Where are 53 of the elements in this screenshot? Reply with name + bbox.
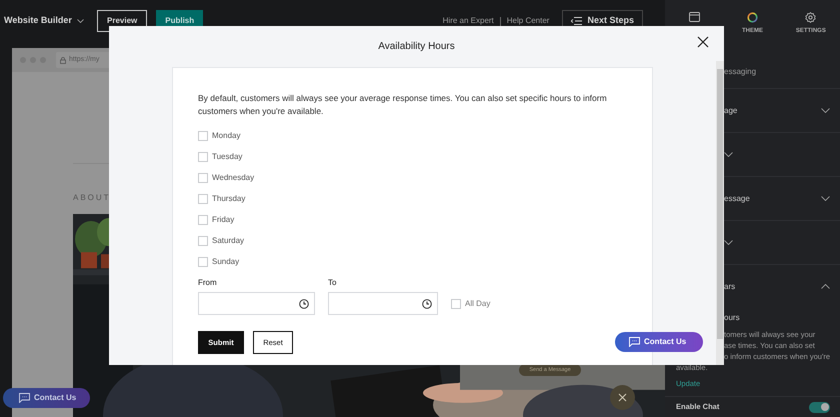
subsection-title: ours <box>724 312 740 323</box>
section-description: essaging <box>724 67 756 76</box>
checkbox-label: Monday <box>212 130 240 142</box>
clock-icon <box>299 298 309 308</box>
app-menu[interactable]: Website Builder <box>4 14 97 28</box>
checkbox[interactable] <box>198 194 208 204</box>
checkbox-label: All Day <box>465 298 490 310</box>
dialog-title: Availability Hours <box>378 40 455 54</box>
close-icon <box>618 393 627 402</box>
checkbox-label: Tuesday <box>212 150 242 162</box>
header-link[interactable]: Hire an Expert <box>442 15 494 27</box>
to-time-field[interactable] <box>328 292 438 315</box>
browser-window-icon <box>688 12 700 22</box>
checkbox-label: Sunday <box>212 256 240 268</box>
color-wheel-icon <box>746 12 758 23</box>
field-label: To <box>328 277 338 289</box>
settings-icon <box>805 12 816 23</box>
accordion-header[interactable]: ars <box>665 265 840 308</box>
checkbox-label: Wednesday <box>212 172 254 184</box>
checkbox[interactable] <box>198 130 208 140</box>
chat-icon <box>629 337 640 347</box>
from-time-field[interactable] <box>198 292 315 315</box>
chevron-down-icon <box>724 152 733 157</box>
accordion-header[interactable]: essage <box>665 177 840 220</box>
close-icon <box>697 36 709 48</box>
intro-paragraph: By default, customers will always see your average response times. You can also set specific hours to inform customers when you're available. <box>198 92 608 118</box>
chevron-down-icon <box>821 196 830 201</box>
checkbox[interactable] <box>198 214 208 224</box>
chevron-up-icon <box>821 284 830 289</box>
checkbox-label: Saturday <box>212 234 244 246</box>
scrollbar[interactable] <box>716 61 724 365</box>
chevron-down-icon <box>724 240 733 245</box>
clock-icon <box>422 298 432 308</box>
checkbox-label: Friday <box>212 214 234 226</box>
chevron-down-icon <box>76 19 84 23</box>
toggle-switch[interactable] <box>809 402 830 412</box>
contact-us-button[interactable]: Contact Us <box>615 332 703 352</box>
field-label: From <box>198 277 218 289</box>
chat-icon <box>19 393 30 403</box>
lock-icon <box>60 56 66 64</box>
checkbox-label: Thursday <box>212 192 246 204</box>
checkbox[interactable] <box>198 256 208 266</box>
chevron-down-icon <box>821 108 830 113</box>
contact-us-button[interactable]: Contact Us <box>3 388 90 408</box>
checkbox[interactable] <box>198 172 208 182</box>
checkbox[interactable] <box>451 298 461 308</box>
header-link[interactable]: Help Center <box>506 15 550 27</box>
checkbox[interactable] <box>198 152 208 162</box>
section-heading: ABOUT <box>73 192 111 204</box>
list-icon <box>571 17 582 25</box>
accordion-header[interactable]: age <box>665 89 840 132</box>
close-button[interactable] <box>696 35 710 49</box>
checkbox[interactable] <box>198 236 208 246</box>
